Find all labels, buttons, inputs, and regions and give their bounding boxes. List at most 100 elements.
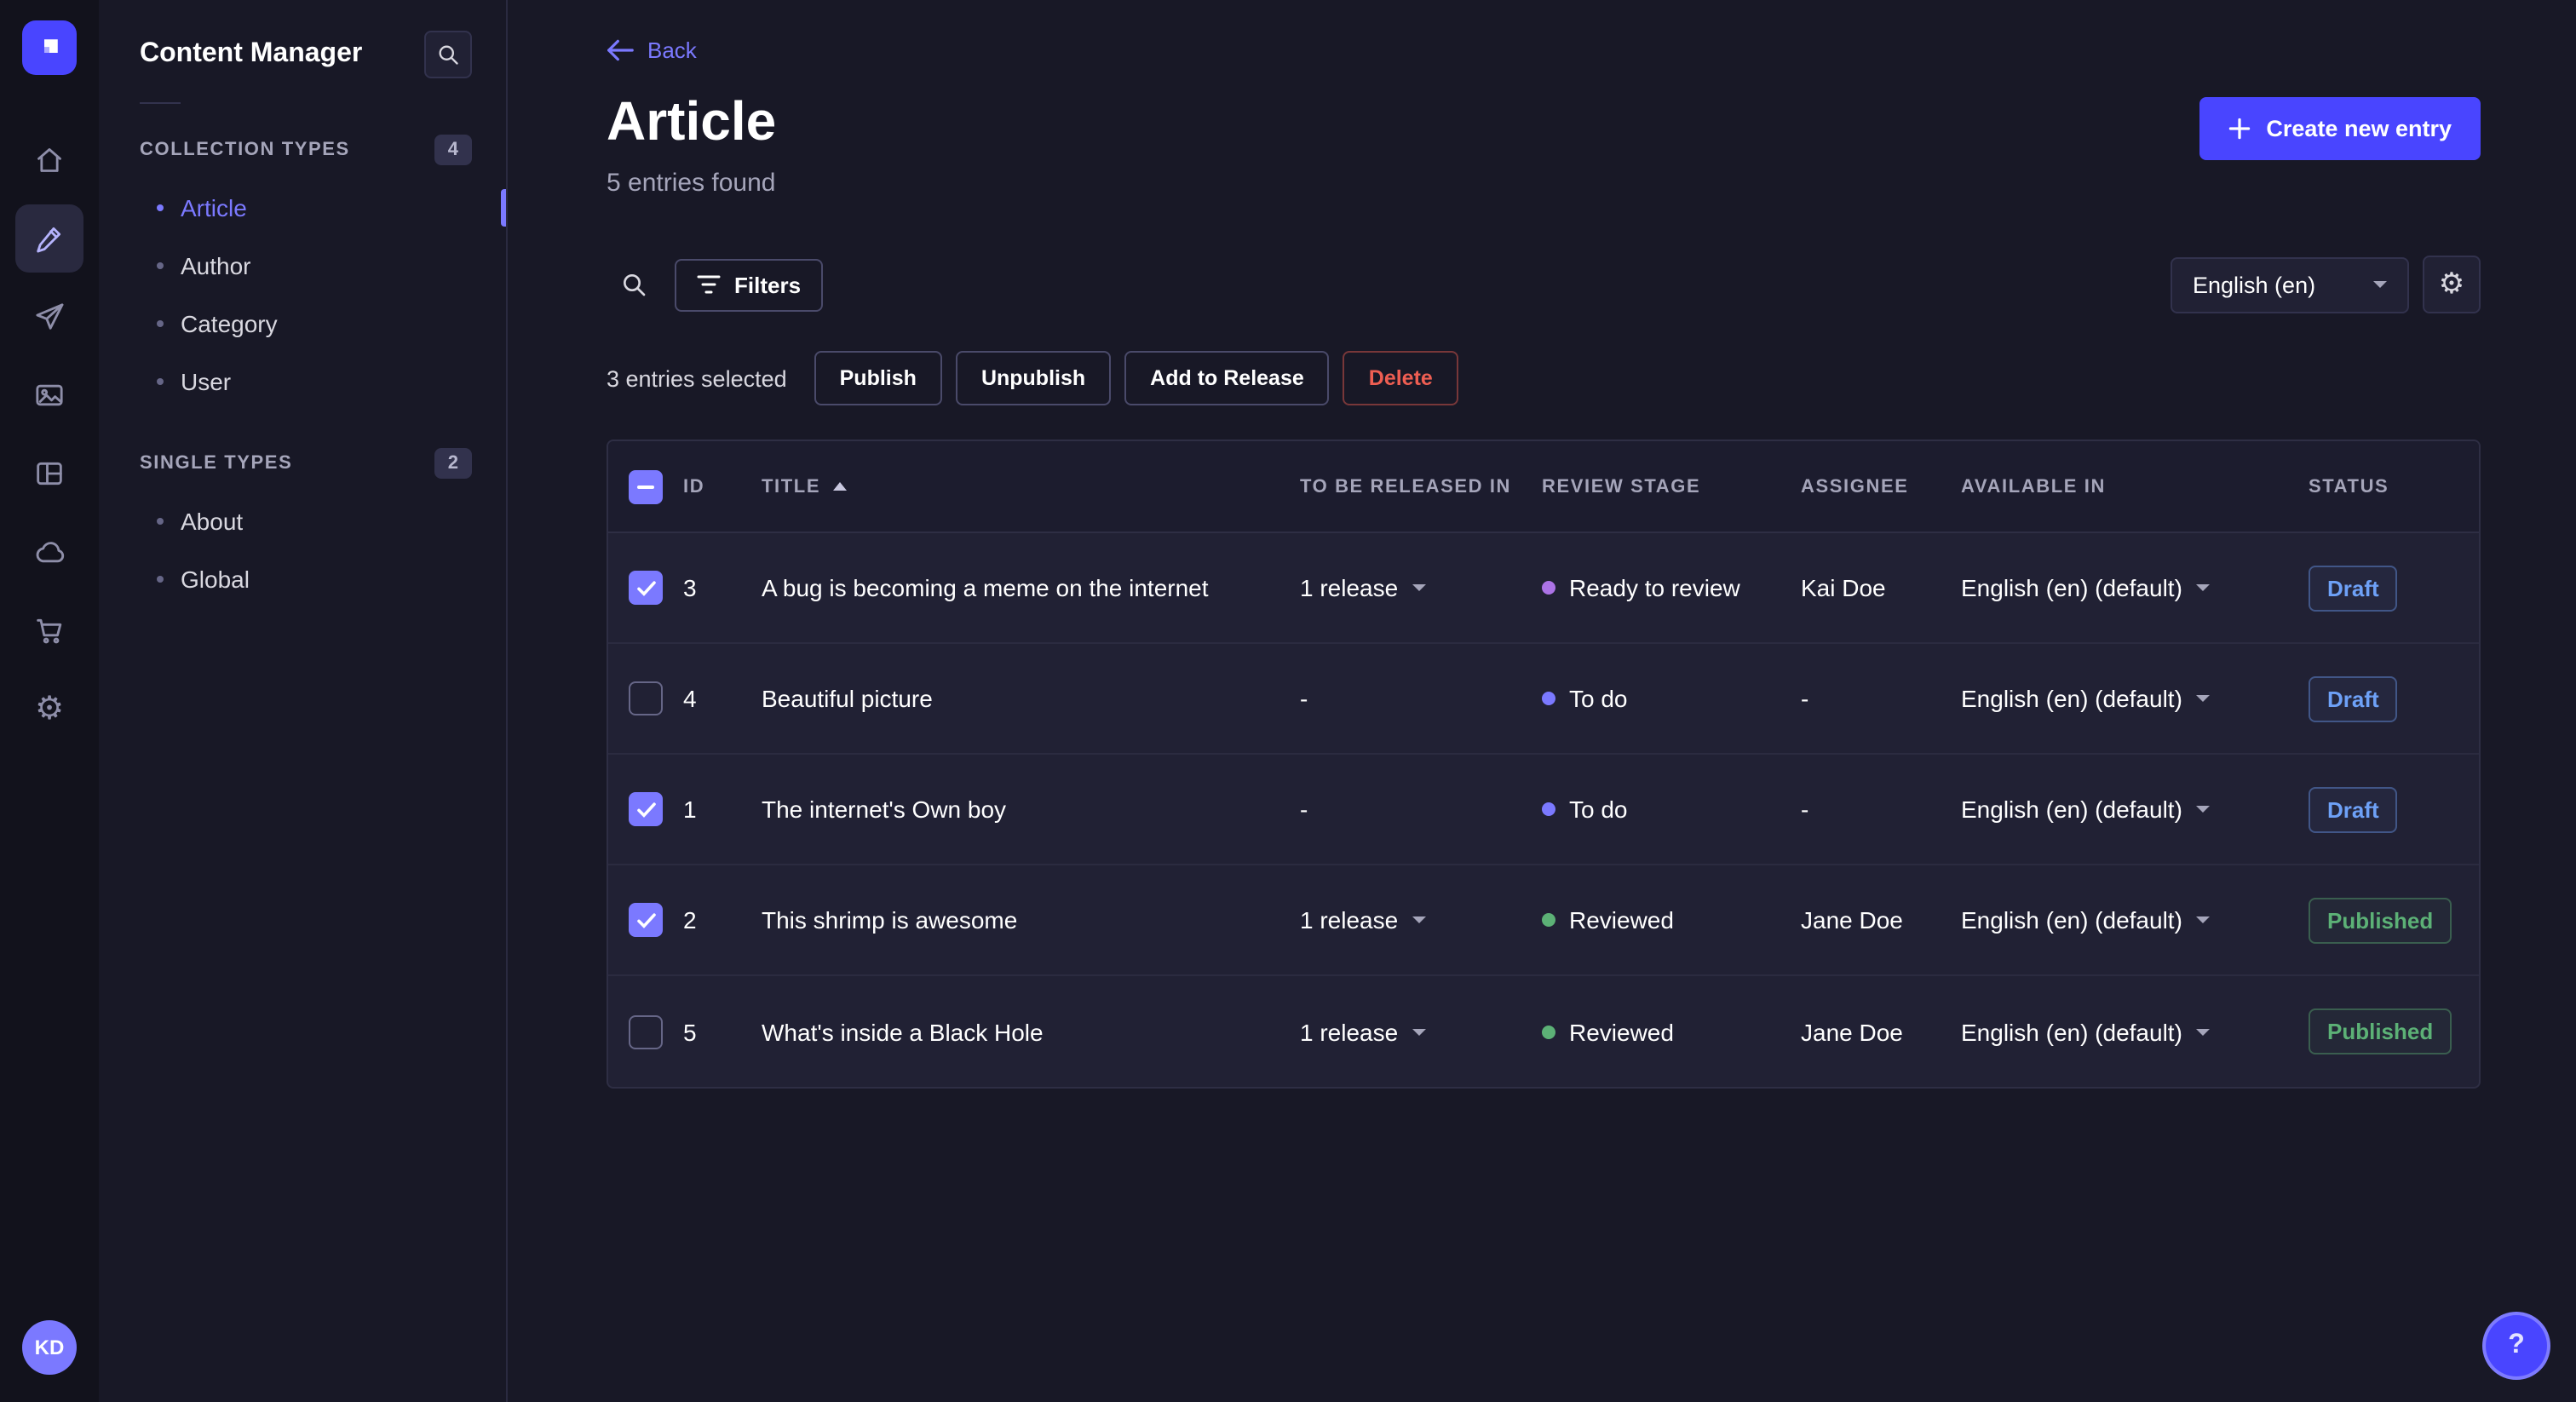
section-header: SINGLE TYPES 2 bbox=[99, 448, 506, 492]
sidebar-item[interactable]: Category bbox=[99, 295, 506, 353]
stage-dot-icon bbox=[1542, 802, 1555, 816]
settings-icon[interactable]: ⚙ bbox=[2423, 256, 2481, 313]
select-all-checkbox[interactable] bbox=[629, 469, 663, 503]
page-header: Article 5 entries found Create new entry bbox=[607, 90, 2481, 198]
row-review-stage: Reviewed bbox=[1542, 1018, 1801, 1045]
sidebar-item[interactable]: User bbox=[99, 353, 506, 411]
check-icon bbox=[636, 802, 655, 817]
settings-icon[interactable]: ⚙ bbox=[15, 675, 83, 743]
stage-dot-icon bbox=[1542, 913, 1555, 927]
release-value: 1 release bbox=[1300, 574, 1399, 601]
chevron-down-icon[interactable] bbox=[1412, 1028, 1426, 1035]
row-checkbox[interactable] bbox=[629, 1014, 663, 1049]
row-id: 5 bbox=[683, 1018, 697, 1045]
row-status-cell: Published bbox=[2309, 1008, 2479, 1054]
filter-icon bbox=[697, 275, 721, 294]
create-new-entry-label: Create new entry bbox=[2266, 116, 2452, 141]
row-checkbox[interactable] bbox=[629, 792, 663, 826]
stage-dot-icon bbox=[1542, 1025, 1555, 1038]
column-header[interactable]: STATUS bbox=[2309, 476, 2479, 497]
chevron-down-icon[interactable] bbox=[2195, 584, 2210, 591]
chevron-down-icon[interactable] bbox=[2195, 916, 2210, 923]
check-icon bbox=[636, 580, 655, 595]
row-checkbox-cell bbox=[608, 903, 683, 937]
marketplace-icon[interactable] bbox=[15, 596, 83, 664]
table-row[interactable]: 3 A bug is becoming a meme on the intern… bbox=[608, 533, 2479, 644]
bullet-icon bbox=[157, 204, 164, 211]
search-icon[interactable] bbox=[607, 257, 661, 312]
entries-count: 5 entries found bbox=[607, 169, 776, 198]
search-icon[interactable] bbox=[424, 31, 472, 78]
row-checkbox[interactable] bbox=[629, 903, 663, 937]
row-status-cell: Draft bbox=[2309, 565, 2479, 611]
strapi-logo[interactable] bbox=[22, 20, 77, 75]
locale-value: English (en) (default) bbox=[1961, 574, 2182, 601]
sidebar-item[interactable]: About bbox=[99, 492, 506, 550]
row-review-stage: Ready to review bbox=[1542, 574, 1801, 601]
help-button[interactable]: ? bbox=[2482, 1312, 2550, 1380]
column-label: ID bbox=[683, 476, 705, 497]
sidebar-item-label: Author bbox=[181, 252, 251, 279]
chevron-down-icon[interactable] bbox=[2195, 806, 2210, 813]
column-header[interactable]: TITLE bbox=[762, 476, 1300, 497]
user-avatar[interactable]: KD bbox=[22, 1320, 77, 1375]
page-title-block: Article 5 entries found bbox=[607, 90, 776, 198]
content-manager-icon[interactable] bbox=[15, 204, 83, 273]
nav-rail: ⚙ KD bbox=[0, 0, 99, 1402]
chevron-down-icon[interactable] bbox=[2195, 1028, 2210, 1035]
table-row[interactable]: 4 Beautiful picture - To do - English (e… bbox=[608, 644, 2479, 755]
chevron-down-icon[interactable] bbox=[2195, 695, 2210, 702]
back-arrow-icon bbox=[607, 39, 634, 61]
content-type-builder-icon[interactable] bbox=[15, 440, 83, 508]
unpublish-button[interactable]: Unpublish bbox=[955, 351, 1112, 405]
column-header[interactable]: ASSIGNEE bbox=[1801, 476, 1961, 497]
media-library-icon[interactable] bbox=[15, 361, 83, 429]
column-header[interactable]: TO BE RELEASED IN bbox=[1300, 476, 1542, 497]
delete-button[interactable]: Delete bbox=[1343, 351, 1458, 405]
table-body: 3 A bug is becoming a meme on the intern… bbox=[608, 533, 2479, 1087]
table-row[interactable]: 2 This shrimp is awesome 1 release Revie… bbox=[608, 865, 2479, 976]
row-title: Beautiful picture bbox=[762, 685, 933, 712]
sidebar-item[interactable]: Author bbox=[99, 237, 506, 295]
column-header[interactable]: AVAILABLE IN bbox=[1961, 476, 2309, 497]
bullet-icon bbox=[157, 378, 164, 385]
deploy-icon[interactable] bbox=[15, 518, 83, 586]
section-count-badge: 4 bbox=[434, 135, 472, 165]
create-new-entry-button[interactable]: Create new entry bbox=[2199, 97, 2481, 160]
releases-icon[interactable] bbox=[15, 283, 83, 351]
home-icon[interactable] bbox=[15, 126, 83, 194]
chevron-down-icon[interactable] bbox=[1412, 916, 1426, 923]
back-link[interactable]: Back bbox=[607, 37, 697, 63]
chevron-down-icon[interactable] bbox=[1412, 584, 1426, 591]
filters-button[interactable]: Filters bbox=[675, 258, 824, 311]
add-to-release-button[interactable]: Add to Release bbox=[1124, 351, 1330, 405]
sidebar-item-label: Article bbox=[181, 194, 247, 221]
gear-icon: ⚙ bbox=[34, 689, 65, 727]
section-header: COLLECTION TYPES 4 bbox=[99, 135, 506, 179]
row-release: 1 release bbox=[1300, 906, 1542, 934]
publish-button[interactable]: Publish bbox=[814, 351, 942, 405]
row-title: A bug is becoming a meme on the internet bbox=[762, 574, 1209, 601]
row-review-stage: To do bbox=[1542, 685, 1801, 712]
row-status-cell: Published bbox=[2309, 897, 2479, 943]
row-checkbox-cell bbox=[608, 681, 683, 715]
column-header[interactable]: ID bbox=[683, 476, 762, 497]
table-row[interactable]: 1 The internet's Own boy - To do - Engli… bbox=[608, 755, 2479, 865]
locale-value: English (en) (default) bbox=[1961, 906, 2182, 934]
row-checkbox[interactable] bbox=[629, 571, 663, 605]
entries-table: ID TITLE TO BE RELEASED IN REVIEW STAGE … bbox=[607, 440, 2481, 1089]
row-locale: English (en) (default) bbox=[1961, 1018, 2309, 1045]
locale-select[interactable]: English (en) bbox=[2171, 256, 2409, 313]
section-count-badge: 2 bbox=[434, 448, 472, 479]
column-header[interactable]: REVIEW STAGE bbox=[1542, 476, 1801, 497]
row-checkbox[interactable] bbox=[629, 681, 663, 715]
locale-value: English (en) (default) bbox=[1961, 796, 2182, 823]
column-label: REVIEW STAGE bbox=[1542, 476, 1701, 497]
row-assignee: Jane Doe bbox=[1801, 906, 1903, 934]
row-assignee: - bbox=[1801, 796, 1809, 823]
single-types-list: About Global bbox=[99, 492, 506, 608]
sidebar-item[interactable]: Article bbox=[99, 179, 506, 237]
status-badge: Published bbox=[2309, 897, 2452, 943]
table-row[interactable]: 5 What's inside a Black Hole 1 release R… bbox=[608, 976, 2479, 1087]
sidebar-item[interactable]: Global bbox=[99, 550, 506, 608]
